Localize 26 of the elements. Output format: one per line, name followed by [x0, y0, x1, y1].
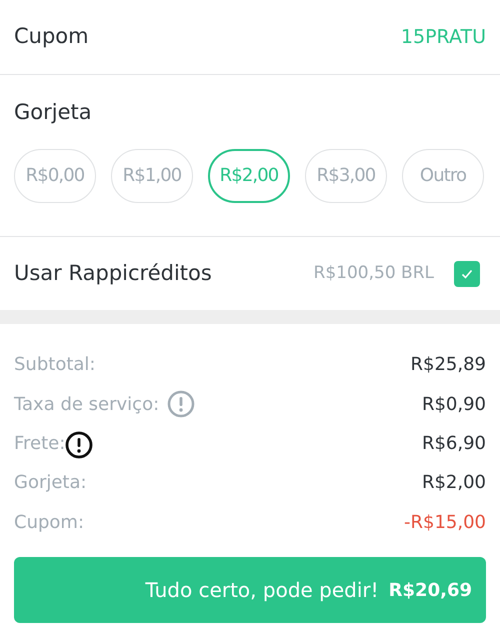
submit-label: Tudo certo, pode pedir! — [145, 577, 379, 604]
credits-label: Usar Rappicréditos — [14, 260, 213, 287]
tip-option[interactable]: R$1,00 — [111, 148, 193, 202]
info-icon[interactable] — [65, 431, 94, 459]
submit-button[interactable]: Tudo certo, pode pedir! R$20,69 — [14, 557, 486, 623]
order-total: R$20,69 — [388, 578, 472, 602]
tip-option[interactable]: R$2,00 — [208, 148, 290, 202]
credits-amount: R$100,50 BRL — [314, 262, 434, 285]
summary-label: Cupom: — [14, 510, 84, 534]
credits-checkbox[interactable] — [454, 260, 480, 286]
tip-option[interactable]: R$0,00 — [14, 148, 96, 202]
summary-label: Gorjeta: — [14, 470, 87, 494]
tip-option[interactable]: Outro — [402, 148, 484, 202]
summary-label: Taxa de serviço: — [14, 392, 160, 416]
summary-value: -R$15,00 — [404, 510, 486, 534]
summary-label: Frete: — [14, 432, 66, 456]
coupon-label: Cupom — [14, 23, 89, 50]
summary-label: Subtotal: — [14, 352, 96, 376]
summary-value: R$6,90 — [422, 432, 486, 456]
coupon-code[interactable]: 15PRATU — [400, 22, 486, 52]
tip-option[interactable]: R$3,00 — [305, 148, 387, 202]
summary-value: R$2,00 — [422, 470, 486, 494]
summary-value: R$25,89 — [410, 352, 486, 376]
tip-title: Gorjeta — [14, 99, 93, 126]
checkmark-icon — [461, 268, 473, 278]
summary-value: R$0,90 — [422, 392, 486, 416]
